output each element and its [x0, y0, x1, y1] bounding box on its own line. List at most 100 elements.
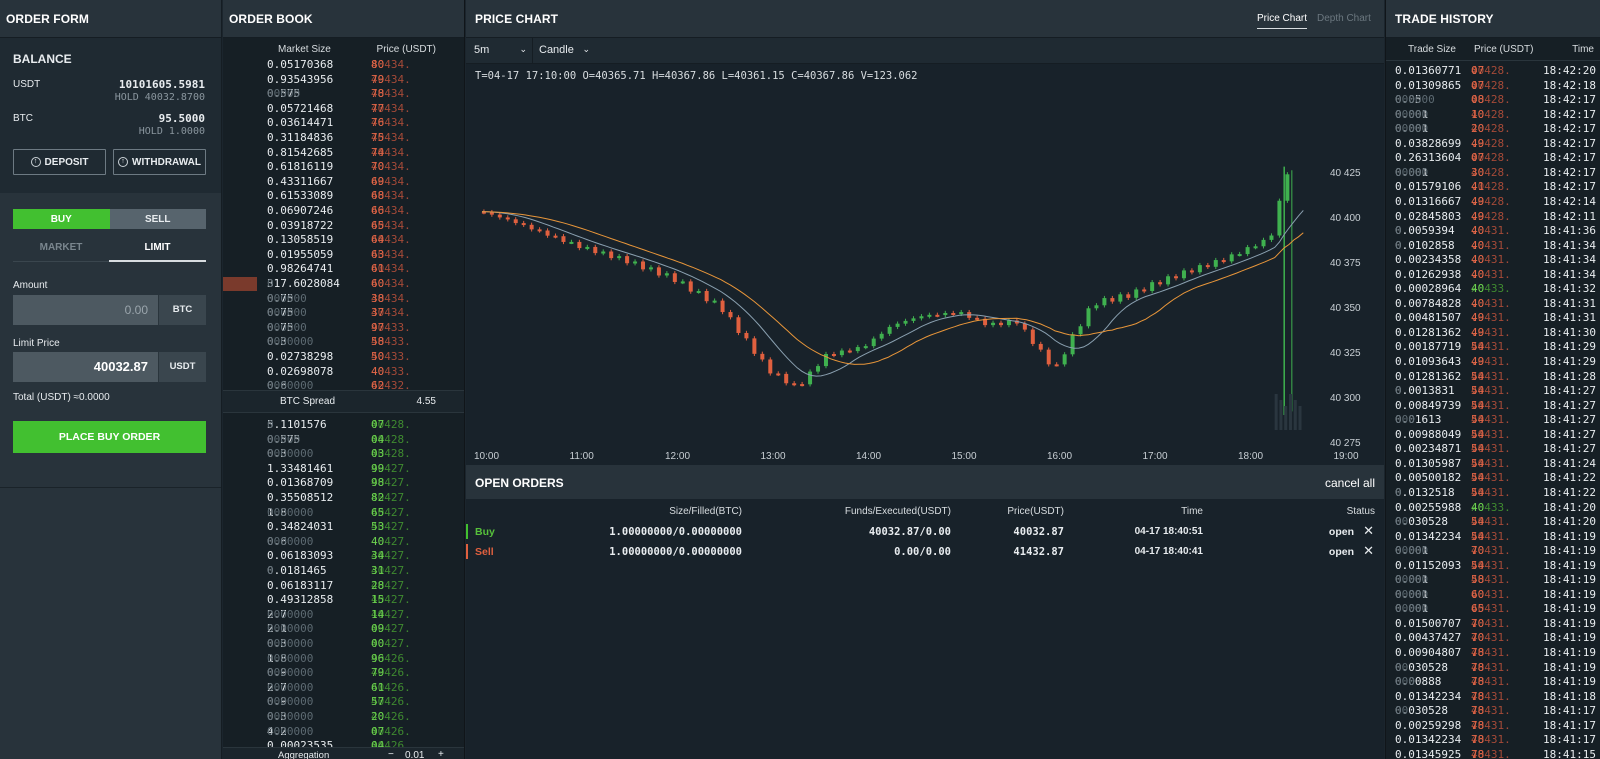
- bid-row[interactable]: 0.35508512 40427. 82: [223, 491, 464, 506]
- trade-price: 40428. 07 ↘: [1471, 64, 1511, 77]
- ask-row[interactable]: 0.05170368 40434. 80: [223, 58, 464, 73]
- trade-price: 40428. 30 ↘: [1471, 166, 1511, 179]
- ask-row[interactable]: 0.75 000000 40434. 38: [223, 292, 464, 307]
- order-price: 41432.87: [1013, 546, 1064, 558]
- bid-row[interactable]: 1.8 0000000 40427. 65: [223, 506, 464, 521]
- order-size: 1.00000000/0.00000000: [609, 526, 742, 538]
- trade-row: 0.00904807 40431. 78 ↘ 18:41:19: [1386, 646, 1600, 661]
- bid-row[interactable]: 1.33481461 40427. 99: [223, 462, 464, 477]
- ask-row[interactable]: 0.31184836 40434. 75: [223, 131, 464, 146]
- bid-row[interactable]: 0.01368709 40427. 98: [223, 476, 464, 491]
- market-tab[interactable]: MARKET: [13, 240, 109, 262]
- bid-row[interactable]: 0.3 0000000 40426. 20: [223, 710, 464, 725]
- amount-field[interactable]: 0.00 BTC: [13, 295, 206, 325]
- price-decimals: 54: [1471, 340, 1485, 354]
- ask-row[interactable]: 0.13058519 40434. 64: [223, 233, 464, 248]
- bid-row[interactable]: 5.1101576 0 40428. 07: [223, 418, 464, 433]
- ask-row[interactable]: 0.06907246 40434. 66: [223, 204, 464, 219]
- bid-row[interactable]: 0.06183117 40427. 28: [223, 579, 464, 594]
- price-chart-canvas[interactable]: 40 425 40 400 40 375 40 350 40 325 40 300 40 2…: [466, 64, 1384, 465]
- bid-row[interactable]: 0.3 0000000 40427. 00: [223, 637, 464, 652]
- bid-row[interactable]: 0.575 00000 40428. 04: [223, 433, 464, 448]
- ask-row[interactable]: 0.93543956 40434. 79: [223, 73, 464, 88]
- bid-row[interactable]: 4.2 0000000 40426. 07: [223, 725, 464, 740]
- order-side: Buy: [475, 526, 495, 538]
- ask-row[interactable]: 0.61816119 40434. 70: [223, 160, 464, 175]
- order-book-title: ORDER BOOK: [229, 12, 313, 26]
- bid-row[interactable]: 1.8 0000000 40426. 96: [223, 652, 464, 667]
- price-decimals: 03: [371, 447, 385, 461]
- ask-row[interactable]: 0.03614471 40434. 76: [223, 116, 464, 131]
- interval-select[interactable]: 5m ⌄: [474, 44, 529, 56]
- trade-row: 0.00784828 40431. 40 ↘ 18:41:31: [1386, 297, 1600, 312]
- buy-tab[interactable]: BUY: [13, 209, 110, 229]
- ask-row[interactable]: 0.75 000000 40434. 37: [223, 306, 464, 321]
- amount-input[interactable]: 0.00: [13, 295, 158, 325]
- bid-row[interactable]: 2.7 0000000 40427. 14: [223, 608, 464, 623]
- aggregation-plus-button[interactable]: +: [438, 749, 444, 759]
- bid-row[interactable]: 0.49312858 40427. 15: [223, 593, 464, 608]
- ask-row[interactable]: 0.43311667 40434. 69: [223, 175, 464, 190]
- y-tick-label: 40 300: [1330, 393, 1361, 404]
- limit-tab[interactable]: LIMIT: [109, 240, 206, 262]
- tab-price-chart[interactable]: Price Chart: [1257, 13, 1308, 29]
- cancel-all-link[interactable]: cancel all: [1325, 476, 1375, 490]
- th-divider: [1386, 60, 1600, 61]
- ask-row[interactable]: 0.01955059 40434. 63: [223, 248, 464, 263]
- aggregation-minus-button[interactable]: −: [388, 749, 394, 759]
- bid-row[interactable]: 2.1 0000000 40427. 09: [223, 622, 464, 637]
- bid-row[interactable]: 0.06183093 40427. 34: [223, 549, 464, 564]
- ask-row[interactable]: 0.81542685 40434. 74: [223, 146, 464, 161]
- ask-row[interactable]: 0.03918722 40434. 65: [223, 219, 464, 234]
- candle-body: [1078, 326, 1083, 335]
- trade-price: 40431. 40 ↘: [1471, 253, 1511, 266]
- size-value: 0.00255988: [1395, 500, 1462, 514]
- bid-row[interactable]: 0.6 0000000 40427. 40: [223, 535, 464, 550]
- bid-row[interactable]: 2.7 0000000 40426. 61: [223, 681, 464, 696]
- ask-row[interactable]: 0.75 000000 40433. 97: [223, 321, 464, 336]
- ask-row[interactable]: 0.61533089 40434. 68: [223, 189, 464, 204]
- ask-row[interactable]: 317.6028084 0 40434. 60: [223, 277, 464, 292]
- deposit-button[interactable]: ↑ DEPOSIT: [13, 149, 106, 175]
- trade-row: 0.01305987 40431. 54 ↘ 18:41:24: [1386, 457, 1600, 472]
- trade-row: 0.001 00000 40431. 65 ↘ 18:41:19: [1386, 602, 1600, 617]
- bid-row[interactable]: 0.0181465 0 40427. 31: [223, 564, 464, 579]
- bid-row[interactable]: 0.3 0000000 40428. 03: [223, 447, 464, 462]
- limit-price-input[interactable]: 40032.87: [13, 352, 158, 382]
- candle-body: [1269, 235, 1274, 240]
- tab-depth-chart[interactable]: Depth Chart: [1317, 13, 1371, 24]
- size-value: 0.98264741: [267, 262, 334, 276]
- limit-price-field[interactable]: 40032.87 USDT: [13, 352, 206, 382]
- sell-tab[interactable]: SELL: [109, 209, 206, 229]
- ask-row[interactable]: 0.98264741 40434. 61: [223, 262, 464, 277]
- candle-body: [816, 366, 821, 372]
- ask-row[interactable]: 0.05721468 40434. 77: [223, 102, 464, 117]
- oo-col-size: Size/Filled(BTC): [669, 506, 742, 517]
- ask-row[interactable]: 0.575 00000 40434. 78: [223, 87, 464, 102]
- chart-type-select[interactable]: Candle ⌄: [539, 44, 594, 56]
- x-tick-label: 10:00: [474, 451, 499, 462]
- price-decimals: 78: [1471, 718, 1485, 732]
- ask-row[interactable]: 0.02698078 40433. 40: [223, 365, 464, 380]
- bid-row[interactable]: 0.9 0000000 40426. 79: [223, 666, 464, 681]
- bid-row[interactable]: 0.34824031 40427. 53: [223, 520, 464, 535]
- trade-row: 0.00255988 40433. 40 ↗ 18:41:20: [1386, 501, 1600, 516]
- price-decimals: 30: [1471, 165, 1485, 179]
- ask-row[interactable]: 0.3 0000000 40433. 58: [223, 335, 464, 350]
- candle-body: [617, 256, 622, 259]
- trade-time: 18:41:19: [1543, 646, 1596, 659]
- chevron-down-icon: ⌄: [519, 44, 527, 54]
- trade-price: 40431. 54 ↘: [1471, 413, 1511, 426]
- price-decimals: 78: [1471, 646, 1485, 659]
- trade-time: 18:41:19: [1543, 587, 1596, 601]
- close-icon[interactable]: ✕: [1363, 543, 1374, 559]
- bid-row[interactable]: 0.9 0000000 40426. 57: [223, 695, 464, 710]
- trade-price: 40431. 78 ↘: [1471, 646, 1511, 659]
- close-icon[interactable]: ✕: [1363, 523, 1374, 539]
- y-tick-label: 40 400: [1330, 213, 1361, 224]
- trade-time: 18:42:20: [1543, 64, 1596, 77]
- place-buy-order-button[interactable]: PLACE BUY ORDER: [13, 421, 206, 453]
- candle-body: [696, 291, 701, 294]
- ask-row[interactable]: 0.02738298 40433. 50: [223, 350, 464, 365]
- withdrawal-button[interactable]: ↑ WITHDRAWAL: [113, 149, 206, 175]
